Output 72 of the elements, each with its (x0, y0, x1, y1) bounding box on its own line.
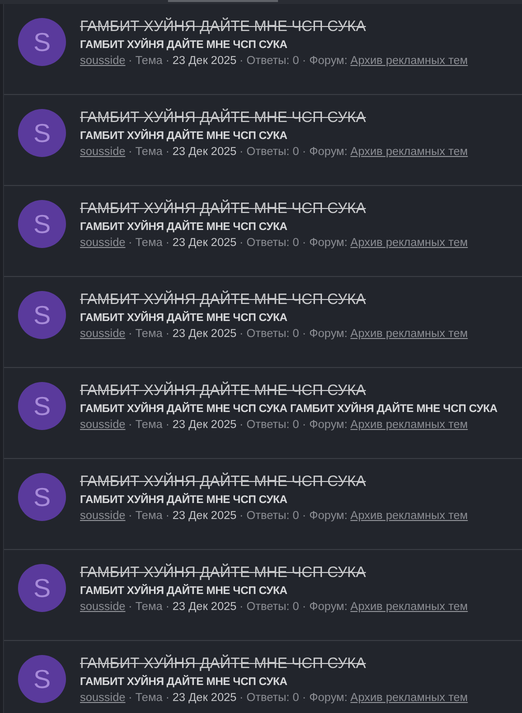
meta-text: · Тема · (128, 146, 170, 158)
meta-text: · Тема · (128, 55, 170, 67)
result-snippet: ГАМБИТ ХУЙНЯ ДАЙТЕ МНЕ ЧСП СУКА (80, 494, 288, 506)
meta-link[interactable]: sousside (80, 328, 126, 340)
meta-text: · Тема · (128, 601, 170, 613)
avatar[interactable]: S (18, 655, 66, 703)
avatar[interactable]: S (18, 382, 66, 430)
post-date: 23 Дек 2025 (172, 328, 237, 340)
meta-link[interactable]: sousside (80, 419, 126, 431)
result-title[interactable]: ГАМБИТ ХУЙНЯ ДАЙТЕ МНЕ ЧСП СУКА (80, 564, 468, 581)
result-row[interactable]: S ГАМБИТ ХУЙНЯ ДАЙТЕ МНЕ ЧСП СУКА ГАМБИТ ХУЙНЯ ДАЙТЕ МНЕ ЧСП СУКА ГАМБИТ ХУЙНЯ ДАЙТЕ МНЕ ЧСП СУКА sousside · Тема · 23 Дек 2025 · Ответы: 0 · Форум: Архив рекламных тем (4, 368, 522, 459)
meta-link[interactable]: sousside (80, 55, 126, 67)
meta-link[interactable]: Архив рекламных тем (350, 692, 468, 704)
post-date: 23 Дек 2025 (172, 419, 237, 431)
result-row[interactable]: S ГАМБИТ ХУЙНЯ ДАЙТЕ МНЕ ЧСП СУКА ГАМБИТ ХУЙНЯ ДАЙТЕ МНЕ ЧСП СУКА sousside · Тема · 23 Дек 2025 · Ответы: 0 · Форум: Архив рекламных тем (4, 550, 522, 641)
meta-text: · Тема · (128, 328, 170, 340)
result-title[interactable]: ГАМБИТ ХУЙНЯ ДАЙТЕ МНЕ ЧСП СУКА (80, 18, 468, 35)
result-title[interactable]: ГАМБИТ ХУЙНЯ ДАЙТЕ МНЕ ЧСП СУКА (80, 109, 468, 126)
meta-link[interactable]: sousside (80, 237, 126, 249)
result-snippet: ГАМБИТ ХУЙНЯ ДАЙТЕ МНЕ ЧСП СУКА (80, 676, 288, 688)
meta-link[interactable]: sousside (80, 146, 126, 158)
meta-text: · Ответы: 0 · Форум: (240, 55, 348, 67)
meta-text: · Ответы: 0 · Форум: (240, 510, 348, 522)
avatar[interactable]: S (18, 291, 66, 339)
meta-link[interactable]: Архив рекламных тем (350, 601, 468, 613)
meta-text: · Ответы: 0 · Форум: (240, 601, 348, 613)
post-date: 23 Дек 2025 (172, 601, 237, 613)
meta-text: · Ответы: 0 · Форум: (240, 419, 348, 431)
result-snippet: ГАМБИТ ХУЙНЯ ДАЙТЕ МНЕ ЧСП СУКА (80, 39, 288, 51)
avatar[interactable]: S (18, 200, 66, 248)
result-snippet: ГАМБИТ ХУЙНЯ ДАЙТЕ МНЕ ЧСП СУКА ГАМБИТ ХУЙНЯ ДАЙТЕ МНЕ ЧСП СУКА (80, 403, 498, 415)
result-snippet: ГАМБИТ ХУЙНЯ ДАЙТЕ МНЕ ЧСП СУКА (80, 130, 288, 142)
meta-link[interactable]: Архив рекламных тем (350, 55, 468, 67)
avatar[interactable]: S (18, 473, 66, 521)
meta-link[interactable]: Архив рекламных тем (350, 510, 468, 522)
result-row[interactable]: S ГАМБИТ ХУЙНЯ ДАЙТЕ МНЕ ЧСП СУКА ГАМБИТ ХУЙНЯ ДАЙТЕ МНЕ ЧСП СУКА sousside · Тема · 23 Дек 2025 · Ответы: 0 · Форум: Архив рекламных тем (4, 277, 522, 368)
avatar[interactable]: S (18, 18, 66, 66)
result-snippet: ГАМБИТ ХУЙНЯ ДАЙТЕ МНЕ ЧСП СУКА (80, 585, 288, 597)
result-title[interactable]: ГАМБИТ ХУЙНЯ ДАЙТЕ МНЕ ЧСП СУКА (80, 473, 468, 490)
meta-link[interactable]: sousside (80, 601, 126, 613)
meta-link[interactable]: sousside (80, 510, 126, 522)
meta-text: · Тема · (128, 419, 170, 431)
meta-text: · Ответы: 0 · Форум: (240, 146, 348, 158)
result-title[interactable]: ГАМБИТ ХУЙНЯ ДАЙТЕ МНЕ ЧСП СУКА (80, 382, 498, 399)
meta-text: · Ответы: 0 · Форум: (240, 692, 348, 704)
meta-text: · Тема · (128, 237, 170, 249)
meta-link[interactable]: sousside (80, 692, 126, 704)
post-date: 23 Дек 2025 (172, 510, 237, 522)
result-row[interactable]: S ГАМБИТ ХУЙНЯ ДАЙТЕ МНЕ ЧСП СУКА ГАМБИТ ХУЙНЯ ДАЙТЕ МНЕ ЧСП СУКА sousside · Тема · 23 Дек 2025 · Ответы: 0 · Форум: Архив рекламных тем (4, 641, 522, 713)
meta-text: · Ответы: 0 · Форум: (240, 328, 348, 340)
meta-link[interactable]: Архив рекламных тем (350, 146, 468, 158)
meta-link[interactable]: Архив рекламных тем (350, 419, 468, 431)
result-title[interactable]: ГАМБИТ ХУЙНЯ ДАЙТЕ МНЕ ЧСП СУКА (80, 291, 468, 308)
result-title[interactable]: ГАМБИТ ХУЙНЯ ДАЙТЕ МНЕ ЧСП СУКА (80, 655, 468, 672)
post-date: 23 Дек 2025 (172, 692, 237, 704)
result-snippet: ГАМБИТ ХУЙНЯ ДАЙТЕ МНЕ ЧСП СУКА (80, 221, 288, 233)
meta-link[interactable]: Архив рекламных тем (350, 237, 468, 249)
result-title[interactable]: ГАМБИТ ХУЙНЯ ДАЙТЕ МНЕ ЧСП СУКА (80, 200, 468, 217)
meta-text: · Тема · (128, 510, 170, 522)
meta-text: · Ответы: 0 · Форум: (240, 237, 348, 249)
avatar[interactable]: S (18, 564, 66, 612)
result-row[interactable]: S ГАМБИТ ХУЙНЯ ДАЙТЕ МНЕ ЧСП СУКА ГАМБИТ ХУЙНЯ ДАЙТЕ МНЕ ЧСП СУКА sousside · Тема · 23 Дек 2025 · Ответы: 0 · Форум: Архив рекламных тем (4, 186, 522, 277)
avatar[interactable]: S (18, 109, 66, 157)
post-date: 23 Дек 2025 (172, 146, 237, 158)
meta-text: · Тема · (128, 692, 170, 704)
post-date: 23 Дек 2025 (172, 55, 237, 67)
meta-link[interactable]: Архив рекламных тем (350, 328, 468, 340)
result-row[interactable]: S ГАМБИТ ХУЙНЯ ДАЙТЕ МНЕ ЧСП СУКА ГАМБИТ ХУЙНЯ ДАЙТЕ МНЕ ЧСП СУКА sousside · Тема · 23 Дек 2025 · Ответы: 0 · Форум: Архив рекламных тем (4, 459, 522, 550)
result-row[interactable]: S ГАМБИТ ХУЙНЯ ДАЙТЕ МНЕ ЧСП СУКА ГАМБИТ ХУЙНЯ ДАЙТЕ МНЕ ЧСП СУКА sousside · Тема · 23 Дек 2025 · Ответы: 0 · Форум: Архив рекламных тем (4, 95, 522, 186)
post-date: 23 Дек 2025 (172, 237, 237, 249)
result-row[interactable]: S ГАМБИТ ХУЙНЯ ДАЙТЕ МНЕ ЧСП СУКА ГАМБИТ ХУЙНЯ ДАЙТЕ МНЕ ЧСП СУКА sousside · Тема · 23 Дек 2025 · Ответы: 0 · Форум: Архив рекламных тем (4, 4, 522, 95)
result-snippet: ГАМБИТ ХУЙНЯ ДАЙТЕ МНЕ ЧСП СУКА (80, 312, 288, 324)
